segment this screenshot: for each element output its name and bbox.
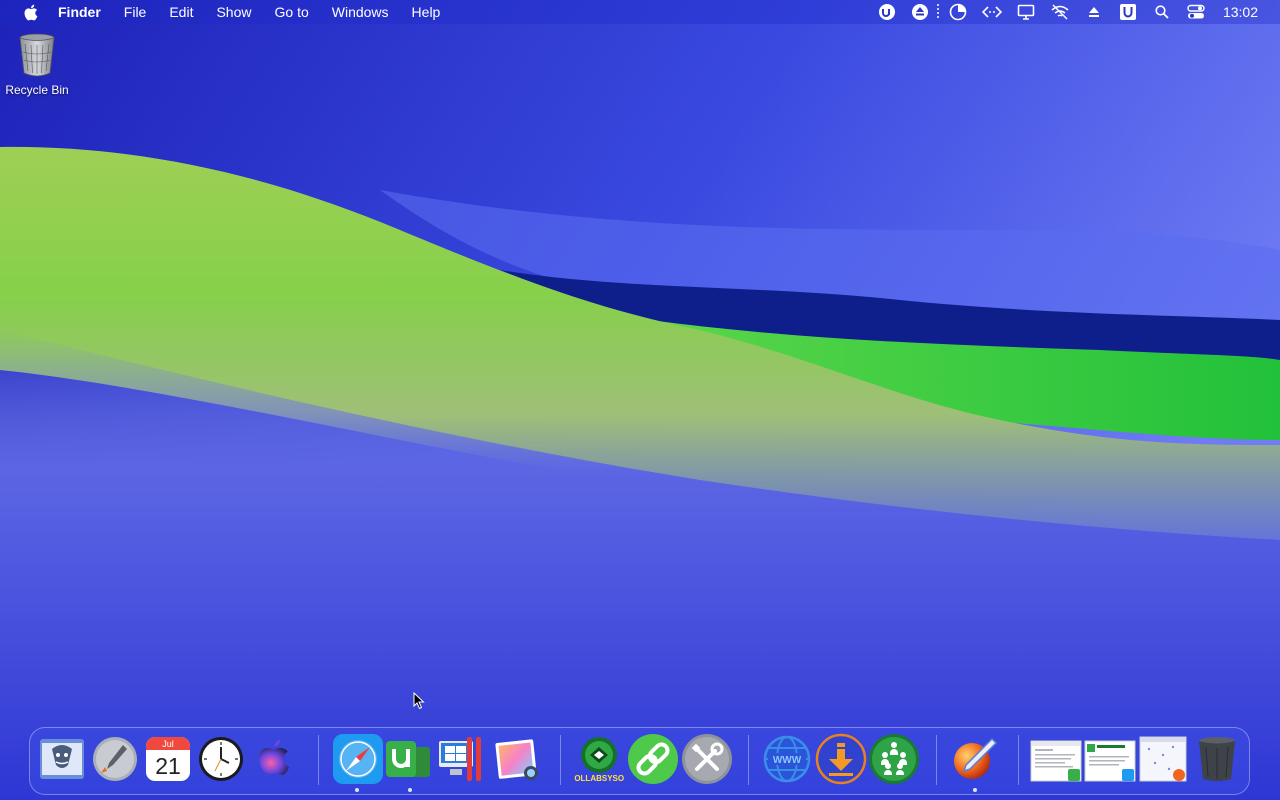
code-brackets-icon[interactable] — [981, 1, 1003, 23]
menu-show[interactable]: Show — [216, 4, 251, 20]
dock-web-globe-icon[interactable]: WWW — [762, 735, 812, 783]
dock-image-viewer-icon[interactable] — [493, 735, 541, 783]
running-indicator — [408, 788, 412, 792]
dock-pencil-app-icon[interactable] — [950, 735, 998, 783]
calendar-month: Jul — [162, 739, 174, 749]
dock-separator — [748, 735, 749, 785]
menu-help[interactable]: Help — [412, 4, 441, 20]
dock-separator — [1018, 735, 1019, 785]
u-app-icon[interactable] — [1117, 1, 1139, 23]
recycle-bin-label: Recycle Bin — [5, 83, 69, 97]
menu-clock[interactable]: 13:02 — [1223, 4, 1258, 20]
menu-edit[interactable]: Edit — [169, 4, 193, 20]
status-menu-area: 13:02 — [865, 0, 1280, 24]
running-indicator — [355, 788, 359, 792]
dock-finder-preview-icon[interactable] — [38, 735, 86, 783]
desktop-wallpaper — [0, 0, 1280, 800]
dock-minimized-window-3[interactable] — [1139, 735, 1189, 783]
menu-bar: Finder File Edit Show Go to Windows Help — [0, 0, 1280, 24]
mouse-cursor-icon — [413, 692, 425, 710]
control-center-icon[interactable] — [1185, 1, 1207, 23]
menu-app-name[interactable]: Finder — [58, 4, 101, 20]
dock-separator — [318, 735, 319, 785]
scroll-indicator-icon[interactable] — [935, 1, 941, 23]
collabsysos-label: COLLABSYSOS — [574, 774, 624, 783]
dock-link-icon[interactable] — [627, 733, 679, 785]
dock-collabsysos-icon[interactable]: COLLABSYSOS — [574, 735, 624, 783]
eject-icon[interactable] — [1083, 1, 1105, 23]
dock-separator — [936, 735, 937, 785]
apple-menu-icon[interactable] — [20, 0, 40, 24]
dock-trash-icon[interactable] — [1194, 735, 1240, 783]
eject-circle-icon[interactable] — [909, 1, 931, 23]
dock-separator — [560, 735, 561, 785]
menu-windows[interactable]: Windows — [332, 4, 389, 20]
dock-calendar-icon[interactable]: Jul 21 — [144, 735, 192, 783]
menu-go-to[interactable]: Go to — [275, 4, 309, 20]
dock-siri-apple-icon[interactable] — [251, 735, 299, 783]
dock-minimized-window-2[interactable] — [1084, 735, 1136, 783]
recycle-bin-desktop-icon[interactable]: Recycle Bin — [4, 32, 70, 97]
dock-clock-icon[interactable] — [197, 735, 245, 783]
web-label: WWW — [773, 755, 802, 766]
dock-launchpad-icon[interactable] — [91, 735, 139, 783]
dock-system-tools-icon[interactable] — [681, 733, 733, 785]
menu-file[interactable]: File — [124, 4, 147, 20]
running-indicator — [973, 788, 977, 792]
dock-parallels-windows-icon[interactable] — [437, 735, 485, 783]
dock-downloader-icon[interactable] — [815, 733, 867, 785]
dock-safari-icon[interactable] — [332, 733, 384, 785]
dock-utorrent-icon[interactable] — [384, 735, 432, 783]
display-icon[interactable] — [1015, 1, 1037, 23]
calendar-day: 21 — [155, 753, 181, 779]
wifi-off-icon[interactable] — [1049, 1, 1071, 23]
utorrent-status-icon[interactable] — [876, 1, 898, 23]
search-icon[interactable] — [1151, 1, 1173, 23]
dock-minimized-window-1[interactable] — [1030, 735, 1082, 783]
trash-icon — [19, 33, 55, 77]
dock-network-people-icon[interactable] — [868, 733, 920, 785]
pie-chart-icon[interactable] — [947, 1, 969, 23]
